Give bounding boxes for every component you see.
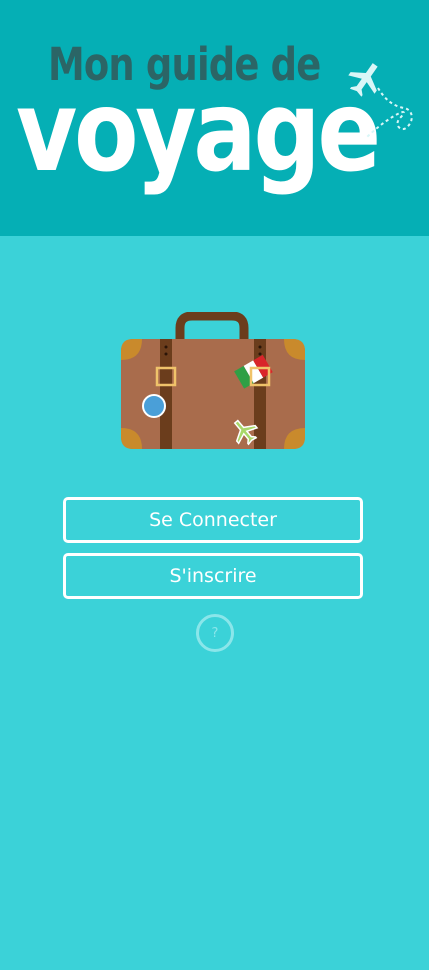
help-button[interactable]: ? bbox=[196, 614, 234, 652]
login-button[interactable]: Se Connecter bbox=[63, 497, 363, 543]
app-header: Mon guide de voyage bbox=[0, 0, 429, 236]
suitcase-icon bbox=[121, 312, 305, 449]
app-title-line2: voyage bbox=[16, 67, 381, 197]
help-label: ? bbox=[211, 625, 219, 641]
airplane-dotted-trail-icon bbox=[348, 63, 413, 139]
signup-button[interactable]: S'inscrire bbox=[63, 553, 363, 599]
